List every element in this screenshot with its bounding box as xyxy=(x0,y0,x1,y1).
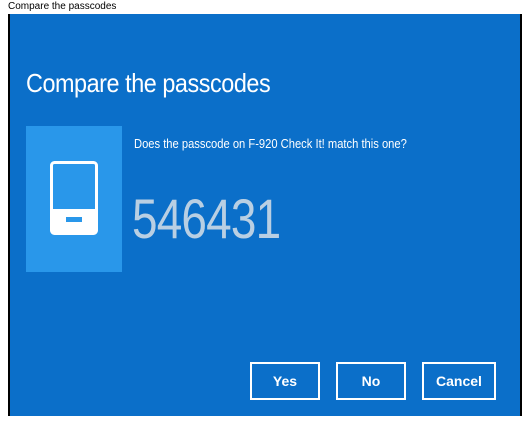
compare-passcodes-dialog: Compare the passcodes Does the passcode … xyxy=(8,14,522,416)
window-title: Compare the passcodes xyxy=(8,1,117,12)
no-button[interactable]: No xyxy=(336,362,406,400)
device-tile xyxy=(26,126,122,272)
passcode-question: Does the passcode on F-920 Check It! mat… xyxy=(134,136,407,151)
passcode-window: Compare the passcodes Compare the passco… xyxy=(0,0,522,430)
dialog-heading: Compare the passcodes xyxy=(26,68,271,98)
phone-icon xyxy=(50,161,98,235)
cancel-button[interactable]: Cancel xyxy=(422,362,496,400)
yes-button[interactable]: Yes xyxy=(250,362,320,400)
passcode-value: 546431 xyxy=(132,187,281,250)
